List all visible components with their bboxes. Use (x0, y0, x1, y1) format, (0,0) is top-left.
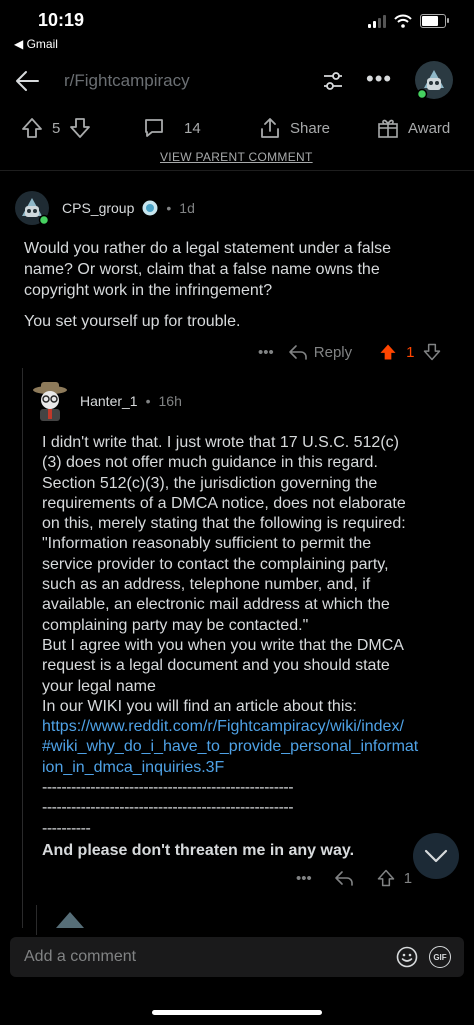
dash-line: ----------------------------------------… (42, 799, 294, 817)
comment-line: available, an electronic mail address at… (42, 596, 390, 614)
comment-line: request is a legal document and you shou… (42, 657, 390, 675)
comment-body: Would you rather do a legal statement un… (14, 238, 444, 332)
comment-author[interactable]: CPS_group (62, 200, 134, 216)
comment-composer: GIF (10, 937, 464, 977)
share-label: Share (290, 119, 331, 137)
upvote-icon[interactable] (378, 342, 398, 362)
next-comment-avatar (56, 912, 84, 928)
top-nav: r/Fightcampiracy ••• (0, 58, 474, 106)
share-button[interactable]: Share (258, 116, 330, 140)
emoji-icon[interactable] (396, 946, 418, 968)
link-line: #wiki_why_do_i_have_to_provide_personal_… (42, 738, 419, 756)
reply-button[interactable]: Reply (288, 343, 352, 361)
comment-line: complaining party may be contacted." (42, 616, 309, 634)
back-arrow-icon[interactable] (12, 66, 42, 96)
thread-line[interactable] (36, 905, 37, 935)
comment-closing-line: And please don't threaten me in any way. (42, 841, 355, 859)
divider (0, 170, 474, 171)
comment-count: 14 (184, 119, 201, 137)
award-label: Award (408, 119, 451, 137)
author-avatar[interactable] (14, 190, 50, 226)
signal-icon (368, 14, 386, 28)
reply-arrow-icon[interactable] (334, 869, 354, 887)
post-vote-group: 5 (20, 116, 92, 140)
status-time: 10:19 (38, 10, 85, 30)
comment-line: (3) does not offer much guidance in this… (42, 454, 378, 472)
comment-line: I didn't write that. I just wrote that 1… (42, 434, 399, 451)
comment1-vote-group: 1 (378, 342, 442, 362)
comment-hanter: Hanter_1 • 16h (30, 380, 470, 422)
comment-line: service provider to contact the complain… (42, 555, 389, 573)
link-line: ion_in_dmca_inquiries.3F (42, 758, 225, 776)
comment-line: on this, merely stating that the followi… (42, 515, 406, 533)
comment-bubble-icon (145, 119, 163, 137)
comment-line: But I agree with you when you write that… (42, 636, 404, 654)
award-button[interactable]: Award (376, 116, 450, 140)
comment-line: your legal name (42, 677, 156, 695)
comment2-vote-group: 1 (376, 868, 412, 888)
gif-label: GIF (433, 952, 447, 962)
dash-line: ----------------------------------------… (42, 779, 294, 797)
back-to-gmail[interactable]: ◀ Gmail (14, 37, 58, 51)
comment-cps-group: CPS_group • 1d Would you rather do a leg… (14, 190, 464, 332)
comment1-actions: ••• Reply 1 (258, 342, 442, 362)
gif-button[interactable]: GIF (429, 946, 451, 968)
separator-dot: • (166, 200, 172, 216)
link-line: https://www.reddit.com/r/Fightcampiracy/… (42, 718, 404, 736)
add-comment-input[interactable] (10, 937, 384, 977)
more-icon[interactable]: ••• (258, 344, 274, 361)
more-icon[interactable]: ••• (296, 870, 312, 887)
comment-line: such as an address, telephone number, an… (42, 576, 371, 594)
comment-vote-count: 1 (403, 869, 413, 887)
user-flair-icon (142, 200, 158, 216)
comment-header: Hanter_1 • 16h (30, 380, 470, 422)
comments-button[interactable]: 14 (142, 116, 201, 140)
wiki-link[interactable]: https://www.reddit.com/r/Fightcampiracy/… (42, 717, 472, 778)
separator-dot: • (145, 393, 151, 409)
share-icon (261, 118, 279, 138)
comment-body: I didn't write that. I just wrote that 1… (42, 433, 472, 861)
status-icons (368, 14, 449, 28)
downvote-icon[interactable] (422, 342, 442, 362)
upvote-icon[interactable] (376, 868, 396, 888)
wifi-icon (394, 14, 412, 28)
comment-vote-count: 1 (406, 343, 415, 361)
comment-age: 1d (179, 200, 195, 216)
comment-line: "Information reasonably sufficient to pe… (42, 535, 372, 553)
view-parent-comment-link[interactable]: VIEW PARENT COMMENT (160, 150, 313, 164)
award-gift-icon (378, 119, 398, 138)
chevron-down-icon (424, 849, 448, 863)
comment-age: 16h (158, 393, 182, 409)
comment2-actions: ••• 1 (296, 868, 412, 888)
battery-icon (420, 14, 449, 28)
comment-line: In our WIKI you will find an article abo… (42, 697, 357, 715)
author-avatar[interactable] (30, 380, 70, 422)
reply-label: Reply (313, 343, 353, 361)
comment-line: requirements of a DMCA notice, does not … (42, 494, 406, 512)
comment-header: CPS_group • 1d (14, 190, 464, 226)
comment-author[interactable]: Hanter_1 (80, 393, 138, 409)
upvote-icon[interactable] (20, 116, 44, 140)
more-options-icon[interactable]: ••• (366, 66, 392, 92)
thread-line[interactable] (22, 368, 23, 928)
downvote-icon[interactable] (68, 116, 92, 140)
sort-filter-icon[interactable] (321, 69, 345, 93)
post-action-bar: 5 14 Share Award (0, 112, 474, 146)
next-comment-button[interactable] (413, 833, 459, 879)
comment-paragraph: You set yourself up for trouble. (24, 313, 241, 330)
comment-paragraph: Would you rather do a legal statement un… (24, 240, 392, 299)
dash-line: ---------- (42, 819, 91, 837)
post-vote-count: 5 (52, 119, 61, 137)
reply-arrow-icon (288, 345, 307, 360)
comment-line: Section 512(c)(3), the jurisdiction gove… (42, 474, 378, 492)
user-avatar[interactable] (414, 60, 454, 100)
home-indicator[interactable] (152, 1010, 322, 1015)
subreddit-title[interactable]: r/Fightcampiracy (64, 71, 190, 91)
